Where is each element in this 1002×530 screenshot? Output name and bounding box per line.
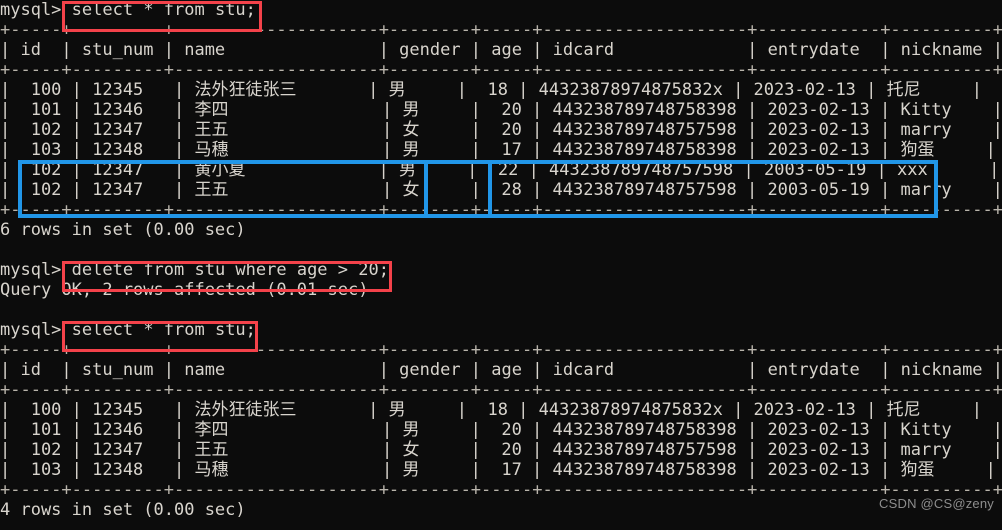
- table-row: | 103 | 12348 | 马穗 | 男 | 17 | 4432387897…: [0, 460, 996, 480]
- table-row: | 101 | 12346 | 李四 | 男 | 20 | 4432387897…: [0, 100, 1002, 120]
- table-row: | 102 | 12347 | 王五 | 女 | 28 | 4432387897…: [0, 180, 1002, 200]
- result-query-ok: Query OK, 2 rows affected (0.01 sec): [0, 280, 369, 300]
- command-select-2[interactable]: select * from stu;: [72, 320, 256, 340]
- table-row: | 102 | 12347 | 王五 | 女 | 20 | 4432387897…: [0, 120, 1002, 140]
- table2-rule-top: +-----+---------+--------------------+--…: [0, 340, 1002, 360]
- table1-rule-bottom: +-----+---------+--------------------+--…: [0, 200, 1002, 220]
- table1-rule-top: +-----+---------+--------------------+--…: [0, 20, 1002, 40]
- result-rows-6: 6 rows in set (0.00 sec): [0, 220, 246, 240]
- terminal-line-prompt-select-2: mysql> select * from stu;: [0, 320, 1002, 340]
- table-row: | 100 | 12345 | 法外狂徒张三 | 男 | 18 | 443238…: [0, 80, 983, 100]
- mysql-prompt: mysql>: [0, 0, 62, 20]
- table-row: | 102 | 12347 | 黄小夏 | 男 | 22 | 443238789…: [0, 160, 1000, 180]
- table-row: | 102 | 12347 | 王五 | 女 | 20 | 4432387897…: [0, 440, 1002, 460]
- result-rows-4: 4 rows in set (0.00 sec): [0, 500, 246, 520]
- table-row: | 103 | 12348 | 马穗 | 男 | 17 | 4432387897…: [0, 140, 996, 160]
- command-delete-1[interactable]: delete from stu where age > 20;: [72, 260, 389, 280]
- table1-rule-header: +-----+---------+--------------------+--…: [0, 60, 1002, 80]
- table-row: | 100 | 12345 | 法外狂徒张三 | 男 | 18 | 443238…: [0, 400, 983, 420]
- terminal-line-prompt-select-1: mysql> select * from stu;: [0, 0, 1002, 20]
- command-select-1[interactable]: select * from stu;: [72, 0, 256, 20]
- mysql-prompt: mysql>: [0, 260, 62, 280]
- table2-header-row: | id | stu_num | name | gender | age | i…: [0, 360, 1002, 380]
- table2-rule-bottom: +-----+---------+--------------------+--…: [0, 480, 1002, 500]
- csdn-watermark: CSDN @CS@zeny: [879, 496, 994, 511]
- mysql-terminal[interactable]: mysql> select * from stu; +-----+-------…: [0, 0, 1002, 530]
- table1-header-row: | id | stu_num | name | gender | age | i…: [0, 40, 1002, 60]
- table-row: | 101 | 12346 | 李四 | 男 | 20 | 4432387897…: [0, 420, 1002, 440]
- terminal-line-prompt-delete: mysql> delete from stu where age > 20;: [0, 260, 1002, 280]
- mysql-prompt: mysql>: [0, 320, 62, 340]
- table2-rule-header: +-----+---------+--------------------+--…: [0, 380, 1002, 400]
